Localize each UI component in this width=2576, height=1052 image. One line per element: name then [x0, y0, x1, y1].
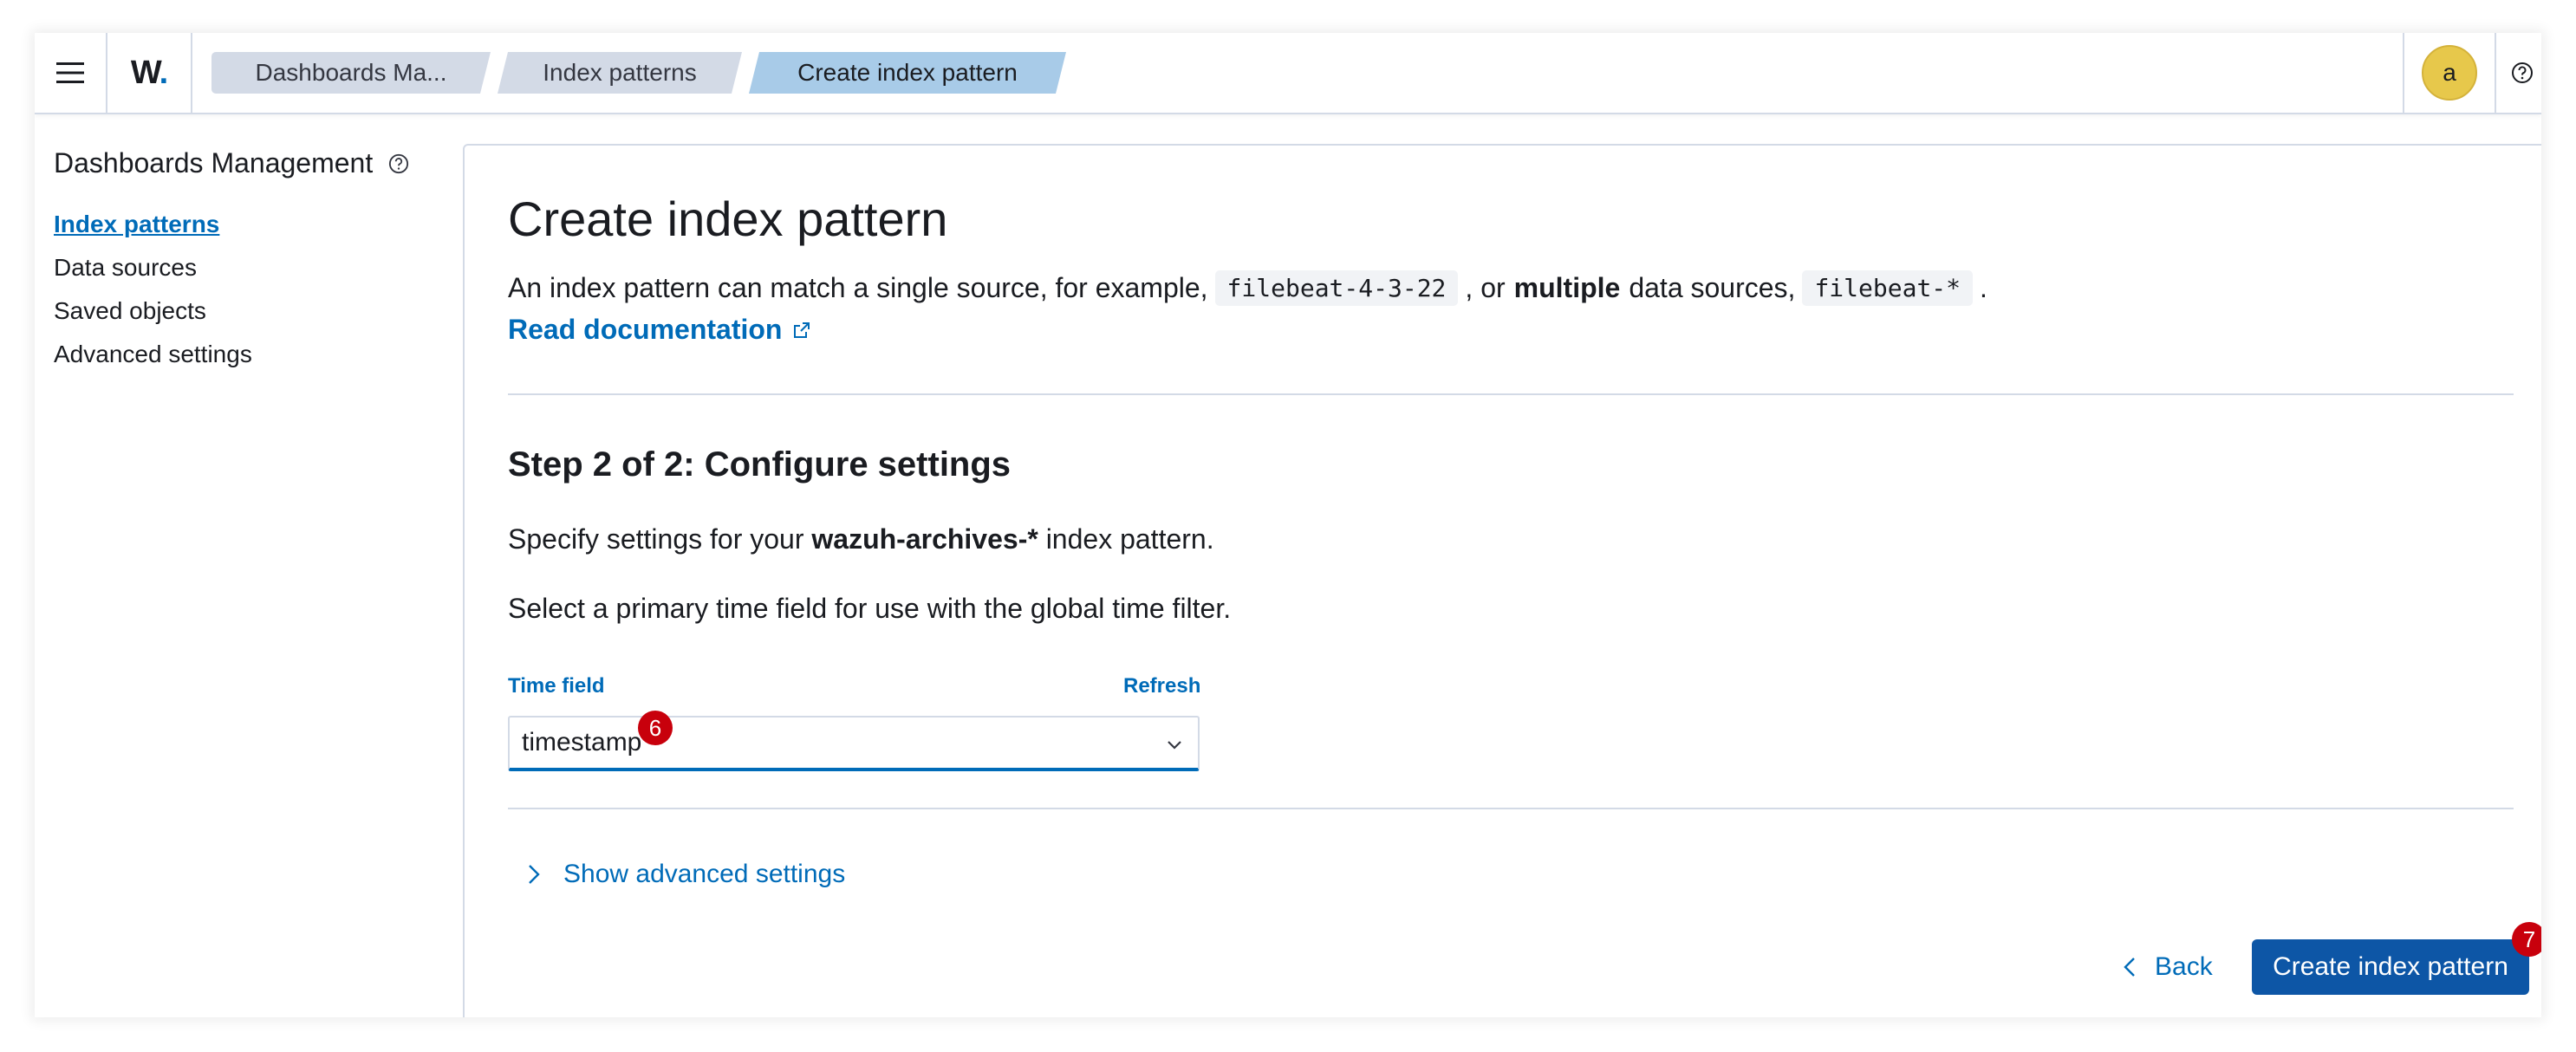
desc-bold: multiple — [1513, 272, 1621, 303]
time-field-select[interactable]: timestamp — [508, 716, 1200, 771]
logo-dot: . — [159, 54, 169, 91]
chevron-left-icon — [2124, 958, 2135, 977]
sidebar-item-saved-objects[interactable]: Saved objects — [54, 289, 252, 333]
back-label: Back — [2155, 952, 2213, 981]
top-header: W. Dashboards Ma... Index patterns Creat… — [35, 33, 2541, 114]
read-documentation-label: Read documentation — [508, 314, 783, 345]
index-pattern-name: wazuh-archives-* — [811, 523, 1038, 555]
page-title: Create index pattern — [508, 192, 948, 246]
breadcrumb: Dashboards Ma... Index patterns Create i… — [211, 52, 1073, 94]
breadcrumb-index-patterns[interactable]: Index patterns — [498, 52, 742, 94]
external-link-icon — [794, 321, 810, 338]
spec-suffix: index pattern. — [1045, 523, 1214, 555]
divider — [508, 808, 2514, 809]
hamburger-menu-icon — [56, 62, 84, 83]
desc-code-example-1: filebeat-4-3-22 — [1214, 270, 1459, 306]
step-marker-badge: 7 — [2512, 922, 2541, 957]
desc-code-example-2: filebeat-* — [1802, 270, 1974, 306]
breadcrumb-create-index-pattern: Create index pattern — [749, 52, 1066, 94]
refresh-link[interactable]: Refresh — [1123, 674, 1200, 698]
create-index-pattern-button[interactable]: Create index pattern — [2252, 939, 2529, 995]
sidebar-item-index-patterns[interactable]: Index patterns — [54, 203, 252, 246]
step-title: Step 2 of 2: Configure settings — [508, 445, 1012, 484]
sidebar-nav: Index patterns Data sources Saved object… — [54, 203, 252, 376]
sidebar-title-row: Dashboards Management — [54, 147, 409, 179]
step-marker-badge: 6 — [638, 711, 673, 745]
read-documentation-link[interactable]: Read documentation — [508, 314, 811, 346]
time-field-label: Time field — [508, 674, 605, 698]
sidebar-item-data-sources[interactable]: Data sources — [54, 246, 252, 289]
desc-text-4: . — [1980, 272, 1987, 303]
logo-text: W — [130, 54, 160, 91]
time-filter-description: Select a primary time field for use with… — [508, 593, 1232, 624]
breadcrumb-dashboards-management[interactable]: Dashboards Ma... — [211, 52, 491, 94]
user-menu: a — [2403, 33, 2496, 113]
help-button[interactable] — [2496, 33, 2541, 113]
chevron-right-icon — [529, 865, 540, 884]
desc-text-1: An index pattern can match a single sour… — [508, 272, 1208, 303]
divider — [508, 393, 2514, 395]
sidebar-title: Dashboards Management — [54, 147, 374, 179]
chevron-down-icon — [1168, 741, 1181, 750]
spec-prefix: Specify settings for your — [508, 523, 804, 555]
avatar[interactable]: a — [2422, 45, 2477, 101]
menu-button[interactable] — [35, 33, 107, 113]
app-logo[interactable]: W. — [107, 33, 192, 113]
page-description: An index pattern can match a single sour… — [508, 270, 1987, 306]
main-panel: Create index pattern An index pattern ca… — [463, 144, 2541, 1017]
sidebar-item-advanced-settings[interactable]: Advanced settings — [54, 333, 252, 376]
desc-text-3: data sources, — [1629, 272, 1796, 303]
help-icon — [2512, 62, 2533, 83]
back-button[interactable]: Back — [2115, 939, 2221, 995]
show-advanced-settings-toggle[interactable]: Show advanced settings — [527, 860, 845, 889]
show-advanced-settings-label: Show advanced settings — [563, 860, 846, 888]
sidebar: Dashboards Management Index patterns Dat… — [35, 114, 463, 1017]
app-window: W. Dashboards Ma... Index patterns Creat… — [35, 33, 2541, 1017]
help-icon[interactable] — [388, 153, 409, 174]
time-field-value: timestamp — [522, 728, 642, 757]
desc-text-2: , or — [1465, 272, 1506, 303]
settings-description: Specify settings for your wazuh-archives… — [508, 523, 1214, 555]
